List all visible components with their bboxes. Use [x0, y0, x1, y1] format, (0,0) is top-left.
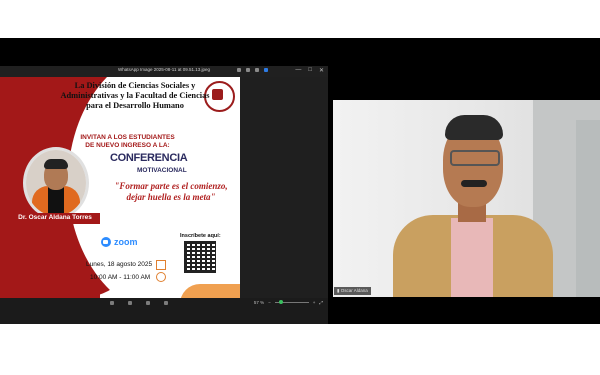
flyer-orange-accent: [180, 284, 240, 298]
maximize-button[interactable]: □: [308, 67, 312, 74]
window-title: WhatsApp Image 2025-08-11 at 09.51.13.jp…: [118, 67, 210, 72]
zoom-camera-icon: [101, 237, 111, 247]
participant-name-tag: ▮ Oscar Aldana: [334, 287, 371, 295]
film-strip-icon[interactable]: [164, 301, 168, 305]
speaker-photo: [23, 147, 89, 219]
clock-icon: [156, 272, 166, 282]
edit-icon[interactable]: [255, 68, 259, 72]
meeting-stage: WhatsApp Image 2025-08-11 at 09.51.13.jp…: [0, 38, 600, 324]
viewer-bottom-toolbar: [110, 301, 168, 305]
zoom-in-icon[interactable]: [237, 68, 241, 72]
heading-line: La División de Ciencias Sociales y: [74, 81, 196, 90]
share-icon[interactable]: [264, 68, 268, 72]
heading-line: Administrativas y la Facultad de Ciencia…: [60, 91, 210, 100]
zoom-control: 57 % − + ⤢: [254, 300, 323, 305]
heart-icon[interactable]: [128, 301, 132, 305]
close-button[interactable]: ✕: [319, 67, 324, 74]
event-time: 10:00 AM - 11:00 AM: [90, 274, 151, 281]
qr-code-icon: [184, 241, 216, 273]
invite-line: DE NUEVO INGRESO A LA:: [85, 142, 170, 149]
viewer-statusbar: 57 % − + ⤢: [0, 298, 328, 324]
zoom-plus-icon[interactable]: +: [313, 300, 316, 305]
viewer-toolbar: [237, 68, 268, 72]
invite-text: INVITAN A LOS ESTUDIANTES DE NUEVO INGRE…: [80, 134, 175, 150]
zoom-slider-knob[interactable]: [278, 300, 283, 304]
slogan-line: "Formar parte es el comienzo,: [114, 181, 228, 191]
event-slogan: "Formar parte es el comienzo, dejar huel…: [101, 181, 240, 203]
viewer-titlebar: WhatsApp Image 2025-08-11 at 09.51.13.jp…: [0, 66, 328, 77]
conference-title: CONFERENCIA: [110, 152, 188, 164]
register-label: Inscríbete aquí:: [180, 233, 221, 239]
zoom-logo: zoom: [101, 237, 138, 247]
slogan-line: dejar huella es la meta": [126, 192, 216, 202]
zoom-minus-icon[interactable]: −: [268, 300, 271, 305]
heading-line: para el Desarrollo Humano: [86, 101, 184, 110]
event-flyer: La División de Ciencias Sociales y Admin…: [0, 77, 240, 298]
participant-name: Oscar Aldana: [340, 288, 368, 293]
participant-video: [333, 100, 600, 297]
mic-icon: ▮: [337, 288, 340, 293]
zoom-out-icon[interactable]: [246, 68, 250, 72]
fullscreen-icon[interactable]: ⤢: [319, 300, 323, 305]
flyer-heading: La División de Ciencias Sociales y Admin…: [60, 81, 210, 111]
minimize-button[interactable]: —: [295, 67, 301, 74]
pane-divider: [328, 38, 332, 324]
zoom-wordmark: zoom: [114, 237, 138, 247]
info-icon[interactable]: [110, 301, 114, 305]
speaker-name: Dr. Oscar Aldana Torres: [18, 214, 92, 221]
conference-subtitle: MOTIVACIONAL: [137, 167, 187, 174]
image-viewer-window: WhatsApp Image 2025-08-11 at 09.51.13.jp…: [0, 66, 328, 298]
shared-screen: WhatsApp Image 2025-08-11 at 09.51.13.jp…: [0, 66, 328, 324]
zoom-level: 57 %: [253, 300, 265, 305]
zoom-slider[interactable]: [274, 300, 309, 304]
slideshow-icon[interactable]: [146, 301, 150, 305]
window-controls: — □ ✕: [295, 67, 324, 74]
event-date: Lunes, 18 agosto 2025: [86, 261, 153, 268]
calendar-icon: [156, 260, 166, 270]
invite-line: INVITAN A LOS ESTUDIANTES: [80, 134, 175, 141]
